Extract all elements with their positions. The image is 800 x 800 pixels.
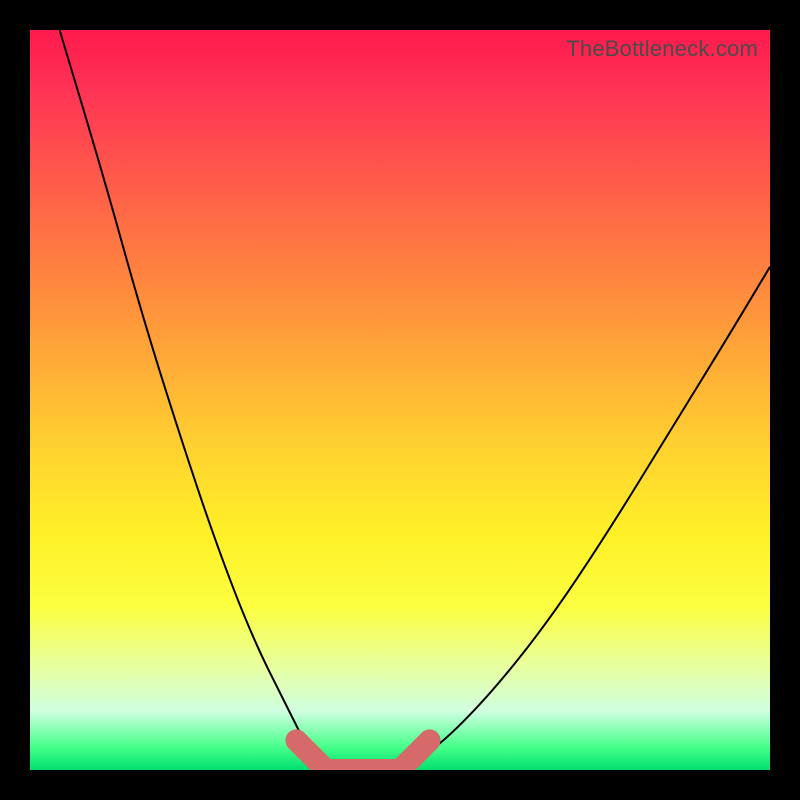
left-curve	[60, 30, 326, 770]
curves-svg	[30, 30, 770, 770]
plot-area: TheBottleneck.com	[30, 30, 770, 770]
fit-region	[296, 740, 429, 770]
chart-frame: TheBottleneck.com	[0, 0, 800, 800]
right-curve	[400, 267, 770, 770]
